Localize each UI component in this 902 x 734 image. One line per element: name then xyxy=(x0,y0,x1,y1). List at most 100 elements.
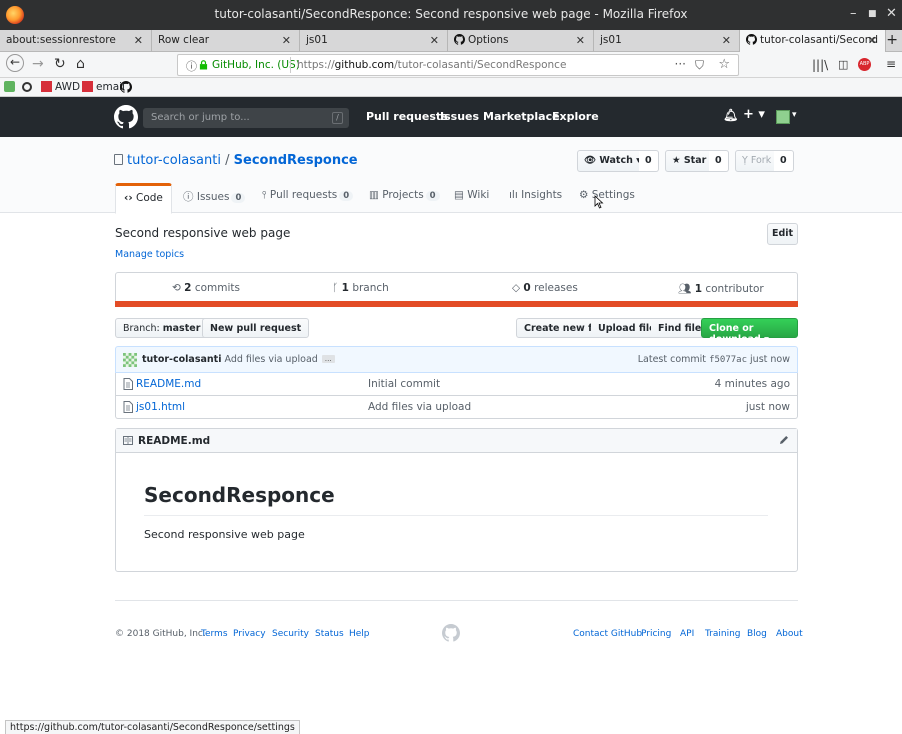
minimize-button[interactable]: – xyxy=(850,6,857,21)
bookmark-github-icon[interactable] xyxy=(120,81,132,93)
commit-message-link[interactable]: Add files via upload xyxy=(224,354,317,365)
fork-button[interactable]: Ỵ Fork xyxy=(735,150,779,172)
tab-code[interactable]: ‹› Code xyxy=(115,183,172,214)
tab-issues[interactable]: ⓘ Issues 0 xyxy=(183,189,246,215)
footer-divider xyxy=(115,600,798,601)
close-tab-icon[interactable]: ✕ xyxy=(576,34,585,47)
language-bar[interactable] xyxy=(115,301,798,307)
browser-tab[interactable]: about:sessionrestore ✕ xyxy=(0,30,152,52)
fork-count[interactable]: 0 xyxy=(774,150,794,172)
tab-insights[interactable]: ılı Insights xyxy=(509,189,562,215)
clone-or-download-button[interactable]: Clone or download ▾ xyxy=(701,318,798,345)
file-commit-message-link[interactable]: Add files via upload xyxy=(368,401,471,413)
releases-link[interactable]: ◇ 0 releases xyxy=(512,282,578,294)
nav-pull-requests[interactable]: Pull requests xyxy=(366,110,448,123)
file-commit-message-link[interactable]: Initial commit xyxy=(368,378,440,390)
maximize-button[interactable]: ■ xyxy=(868,9,877,19)
watch-count[interactable]: 0 xyxy=(639,150,659,172)
commit-sha-link[interactable]: f5077ac xyxy=(709,355,747,365)
notifications-bell-icon[interactable]: 🔔︎ xyxy=(723,108,738,122)
commits-link[interactable]: ⟲ 2 commits xyxy=(172,282,240,294)
readme-divider xyxy=(144,515,768,516)
file-name-link[interactable]: README.md xyxy=(136,378,201,390)
footer-link-status[interactable]: Status xyxy=(315,629,344,639)
pocket-icon[interactable]: ⛉ xyxy=(695,58,704,73)
github-logo-icon[interactable] xyxy=(114,105,138,129)
github-octocat-icon xyxy=(454,34,465,45)
close-tab-icon[interactable]: ✕ xyxy=(134,34,143,47)
user-avatar[interactable] xyxy=(776,110,790,124)
footer-link-pricing[interactable]: Pricing xyxy=(641,629,671,639)
nav-marketplace[interactable]: Marketplace xyxy=(483,110,560,123)
library-icon[interactable]: |||\ xyxy=(812,58,828,72)
footer-link-security[interactable]: Security xyxy=(272,629,309,639)
bookmark-email[interactable]: email xyxy=(82,81,125,93)
tab-label: js01 xyxy=(306,34,328,46)
close-tab-icon[interactable]: ✕ xyxy=(868,34,877,47)
bookmark-folder-icon[interactable] xyxy=(4,81,18,93)
footer-link-training[interactable]: Training xyxy=(705,629,741,639)
site-identity[interactable]: GitHub, Inc. (US) xyxy=(212,59,300,71)
browser-tab[interactable]: Options ✕ xyxy=(448,30,594,52)
browser-tab-active[interactable]: tutor-colasanti/Second ✕ xyxy=(740,30,886,52)
branches-link[interactable]: ᚴ 1 branch xyxy=(332,282,389,294)
repo-name-link[interactable]: SecondResponce xyxy=(234,153,358,168)
nav-explore[interactable]: Explore xyxy=(552,110,599,123)
bookmark-circle-icon[interactable] xyxy=(22,82,32,92)
bookmark-star-icon[interactable]: ☆ xyxy=(718,57,730,72)
footer-link-api[interactable]: API xyxy=(680,629,694,639)
browser-tab[interactable]: Row clear ✕ xyxy=(152,30,300,52)
url-text[interactable]: https://github.com/tutor-colasanti/Secon… xyxy=(297,59,566,71)
footer-link-terms[interactable]: Terms xyxy=(201,629,228,639)
new-tab-button[interactable]: + xyxy=(886,32,898,48)
page-actions-icon[interactable]: ··· xyxy=(675,57,686,71)
close-tab-icon[interactable]: ✕ xyxy=(282,34,291,47)
close-tab-icon[interactable]: ✕ xyxy=(722,34,731,47)
star-button[interactable]: ★ Star xyxy=(665,150,714,172)
close-tab-icon[interactable]: ✕ xyxy=(430,34,439,47)
watch-button[interactable]: 👁︎ Watch ▾ xyxy=(577,150,648,172)
github-search-input[interactable]: Search or jump to... / xyxy=(143,108,349,128)
tab-label: Options xyxy=(468,34,509,46)
footer-link-blog[interactable]: Blog xyxy=(747,629,767,639)
close-window-button[interactable]: ✕ xyxy=(886,6,897,21)
footer-link-help[interactable]: Help xyxy=(349,629,370,639)
tab-pull-requests[interactable]: ⫯ Pull requests 0 xyxy=(262,189,354,215)
bookmark-awd[interactable]: AWD xyxy=(41,81,80,93)
repo-owner-link[interactable]: tutor-colasanti xyxy=(127,153,221,168)
new-pull-request-button[interactable]: New pull request xyxy=(202,318,310,338)
author-avatar[interactable] xyxy=(123,353,137,367)
footer-link-contact[interactable]: Contact GitHub xyxy=(573,629,642,639)
repo-title: tutor-colasanti / SecondResponce xyxy=(114,153,358,168)
commit-expand-button[interactable]: … xyxy=(321,355,335,363)
browser-tab[interactable]: js01 ✕ xyxy=(300,30,448,52)
commit-author-link[interactable]: tutor-colasanti xyxy=(142,354,221,365)
sidebar-icon[interactable]: ◫ xyxy=(838,58,848,71)
reload-button[interactable]: ↻ xyxy=(54,56,66,72)
footer-link-about[interactable]: About xyxy=(776,629,803,639)
nav-issues[interactable]: Issues xyxy=(440,110,479,123)
tag-icon: ◇ xyxy=(512,282,521,294)
pencil-icon[interactable] xyxy=(779,435,789,445)
manage-topics-link[interactable]: Manage topics xyxy=(115,249,184,260)
info-icon[interactable]: ⓘ xyxy=(186,58,197,74)
menu-icon[interactable]: ≡ xyxy=(886,57,896,71)
forward-button[interactable]: → xyxy=(32,56,44,72)
user-menu-caret[interactable]: ▾ xyxy=(792,110,797,120)
footer-link-privacy[interactable]: Privacy xyxy=(233,629,266,639)
home-icon[interactable]: ⌂ xyxy=(76,56,85,72)
browser-tab[interactable]: js01 ✕ xyxy=(594,30,740,52)
adblock-icon[interactable]: ABP xyxy=(858,58,871,71)
tab-settings[interactable]: ⚙ Settings xyxy=(579,189,635,215)
create-new-button[interactable]: + ▾ xyxy=(743,107,765,122)
contributors-link[interactable]: 👥︎ 1 contributor xyxy=(678,282,764,295)
edit-button[interactable]: Edit xyxy=(767,223,798,245)
url-bar[interactable]: ⓘ GitHub, Inc. (US) https://github.com/t… xyxy=(177,54,739,76)
readme-heading: SecondResponce xyxy=(144,483,335,507)
back-button[interactable]: ← xyxy=(6,54,24,72)
tab-projects[interactable]: ▥ Projects 0 xyxy=(369,189,440,215)
star-count[interactable]: 0 xyxy=(709,150,729,172)
tab-wiki[interactable]: ▤ Wiki xyxy=(454,189,489,215)
file-name-link[interactable]: js01.html xyxy=(136,401,185,413)
footer-github-logo-icon[interactable] xyxy=(442,624,460,642)
